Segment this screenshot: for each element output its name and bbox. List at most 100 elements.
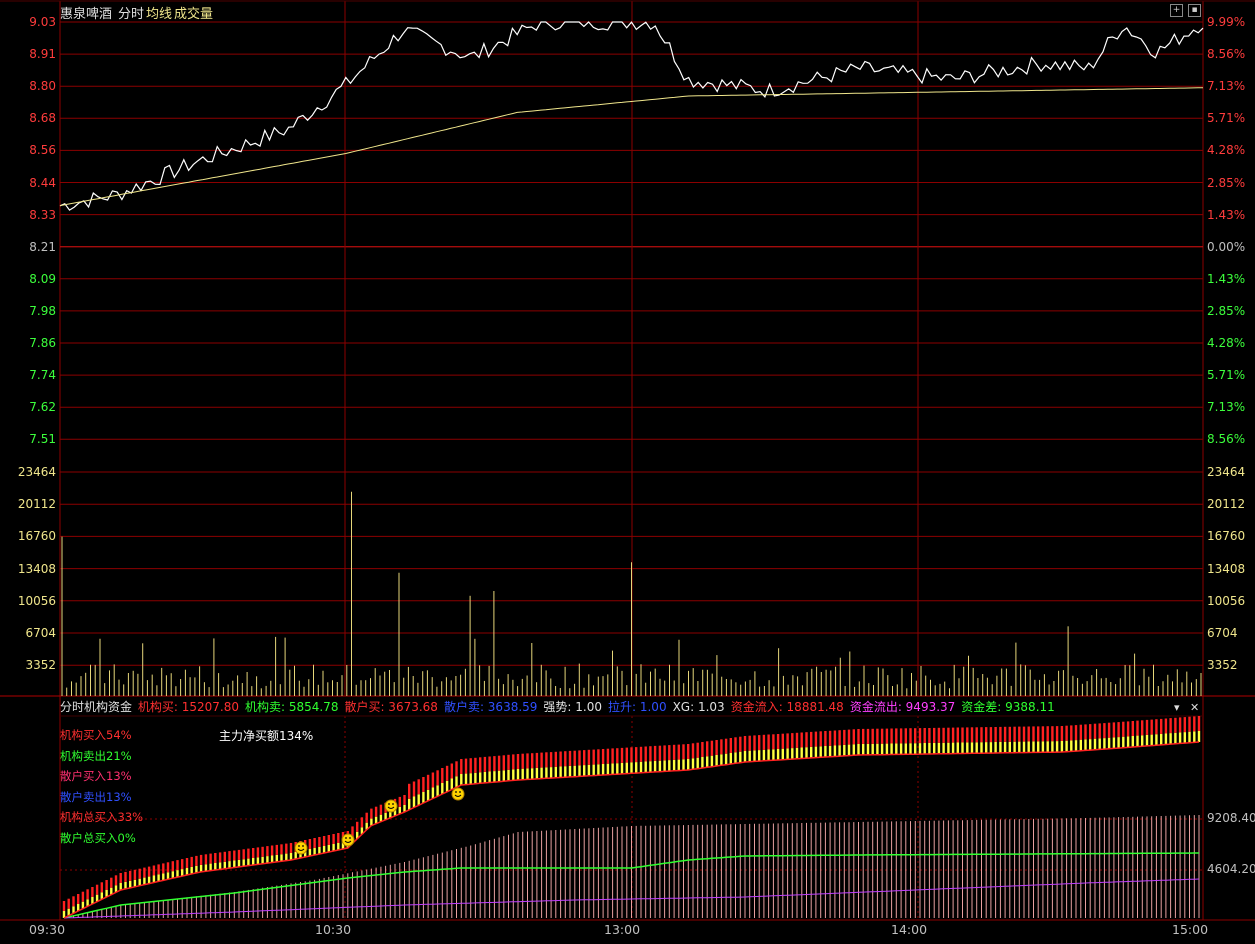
retail-buy-bar <box>266 856 269 864</box>
retail-buy-bar <box>1093 738 1097 750</box>
retail-buy-bar <box>767 749 770 761</box>
volume-label[interactable]: 成交量 <box>174 3 213 22</box>
percent-tick-label: 8.56% <box>1207 47 1246 62</box>
inst-buy-bar <box>862 728 865 744</box>
retail-buy-bar <box>587 764 591 776</box>
inst-buy-bar <box>209 853 212 864</box>
inst-buy-bar <box>270 845 274 856</box>
retail-buy-bar <box>479 772 482 784</box>
retail-buy-bar <box>639 761 643 773</box>
inst-buy-bar <box>1093 723 1097 739</box>
inst-buy-bar <box>152 865 156 876</box>
retail-buy-bar <box>630 762 633 774</box>
retail-buy-bar <box>337 843 340 850</box>
inst-buy-bar <box>980 727 983 743</box>
retail-buy-bar <box>909 743 912 755</box>
inst-buy-bar <box>644 746 647 762</box>
inst-buy-bar <box>805 732 808 748</box>
retail-buy-bar <box>1060 741 1064 752</box>
time-label-1030: 10:30 <box>315 922 352 937</box>
retail-buy-bar <box>199 864 203 872</box>
percent-tick-label: 0.00% <box>1207 239 1246 254</box>
inst-buy-bar <box>545 752 548 768</box>
avg-line-label[interactable]: 均线 <box>146 3 172 22</box>
maximize-icon[interactable]: ▪ <box>1188 4 1201 17</box>
indicator-value: 散户买: 3673.68 <box>344 700 438 714</box>
inst-buy-bar <box>417 779 420 795</box>
percent-tick-label: 4.28% <box>1207 336 1246 350</box>
retail-buy-bar <box>460 774 463 785</box>
inst-buy-bar <box>190 856 193 867</box>
retail-buy-bar <box>493 771 496 783</box>
inst-buy-bar <box>1070 725 1073 741</box>
inst-buy-bar <box>956 727 959 743</box>
inst-buy-bar <box>147 866 151 877</box>
retail-buy-bar <box>218 862 222 870</box>
inst-buy-bar <box>479 757 482 773</box>
retail-buy-bar <box>1122 736 1125 748</box>
retail-buy-bar <box>289 853 293 860</box>
inst-buy-bar <box>1055 726 1059 742</box>
retail-buy-bar <box>933 742 936 754</box>
retail-buy-bar <box>455 776 458 788</box>
retail-buy-bar <box>706 756 709 768</box>
inst-buy-bar <box>578 750 581 766</box>
retail-buy-bar <box>914 743 917 755</box>
volume-tick-label: 10056 <box>1207 593 1246 608</box>
retail-buy-bar <box>119 883 122 890</box>
inst-buy-bar <box>507 754 510 770</box>
inst-buy-bar <box>445 765 449 781</box>
zoom-icon[interactable]: + <box>1170 4 1183 17</box>
indicator-name[interactable]: 分时机构资金 <box>60 700 132 714</box>
inst-buy-bar <box>800 732 803 748</box>
retail-buy-bar <box>715 755 718 766</box>
retail-buy-bar <box>1074 740 1078 752</box>
retail-buy-bar <box>1160 733 1163 745</box>
retail-buy-bar <box>322 846 326 853</box>
inst-buy-bar <box>370 808 373 819</box>
inst-buy-bar <box>951 727 955 743</box>
inst-buy-bar <box>653 745 657 761</box>
inst-buy-bar <box>649 746 652 762</box>
retail-buy-bar <box>280 854 283 862</box>
inst-buy-bar <box>469 758 472 774</box>
inst-buy-bar <box>601 749 605 764</box>
inst-buy-bar <box>95 884 99 895</box>
indicator-value: 资金流出: 9493.37 <box>849 700 956 714</box>
retail-buy-bar <box>871 743 874 755</box>
retail-buy-bar <box>545 767 548 779</box>
inst-buy-bar <box>895 728 898 744</box>
inst-buy-bar <box>776 734 780 749</box>
inst-buy-bar <box>1141 720 1144 736</box>
inst-buy-bar <box>398 796 401 807</box>
retail-buy-bar <box>1008 741 1011 753</box>
inst-buy-bar <box>289 843 293 853</box>
inst-buy-bar <box>261 846 264 857</box>
retail-buy-bar <box>412 796 416 808</box>
inst-buy-bar <box>985 727 988 743</box>
retail-buy-bar <box>1018 741 1021 753</box>
percent-tick-label: 7.13% <box>1207 400 1246 415</box>
inst-buy-bar <box>374 806 378 817</box>
close-panel-icon[interactable]: ✕ <box>1190 701 1199 714</box>
collapse-icon[interactable]: ▾ <box>1174 701 1180 714</box>
retail-buy-bar <box>252 858 255 865</box>
retail-buy-bar <box>214 863 217 870</box>
retail-buy-bar <box>1107 737 1111 749</box>
retail-buy-bar <box>928 743 931 754</box>
retail-buy-bar <box>980 742 983 754</box>
retail-buy-bar <box>597 764 600 776</box>
inst-buy-bar <box>1098 723 1101 739</box>
inst-buy-bar <box>1183 717 1186 733</box>
inst-buy-bar <box>701 742 704 757</box>
inst-buy-bar <box>237 849 241 860</box>
retail-buy-bar <box>181 869 184 877</box>
inst-buy-bar <box>753 735 756 751</box>
volume-tick-label: 23464 <box>17 465 56 479</box>
retail-buy-bar <box>635 762 638 774</box>
retail-buy-bar <box>162 873 165 881</box>
inst-buy-bar <box>696 742 699 758</box>
inst-buy-bar <box>124 871 127 882</box>
retail-buy-bar <box>989 742 993 754</box>
view-mode-label[interactable]: 分时 <box>118 3 144 22</box>
